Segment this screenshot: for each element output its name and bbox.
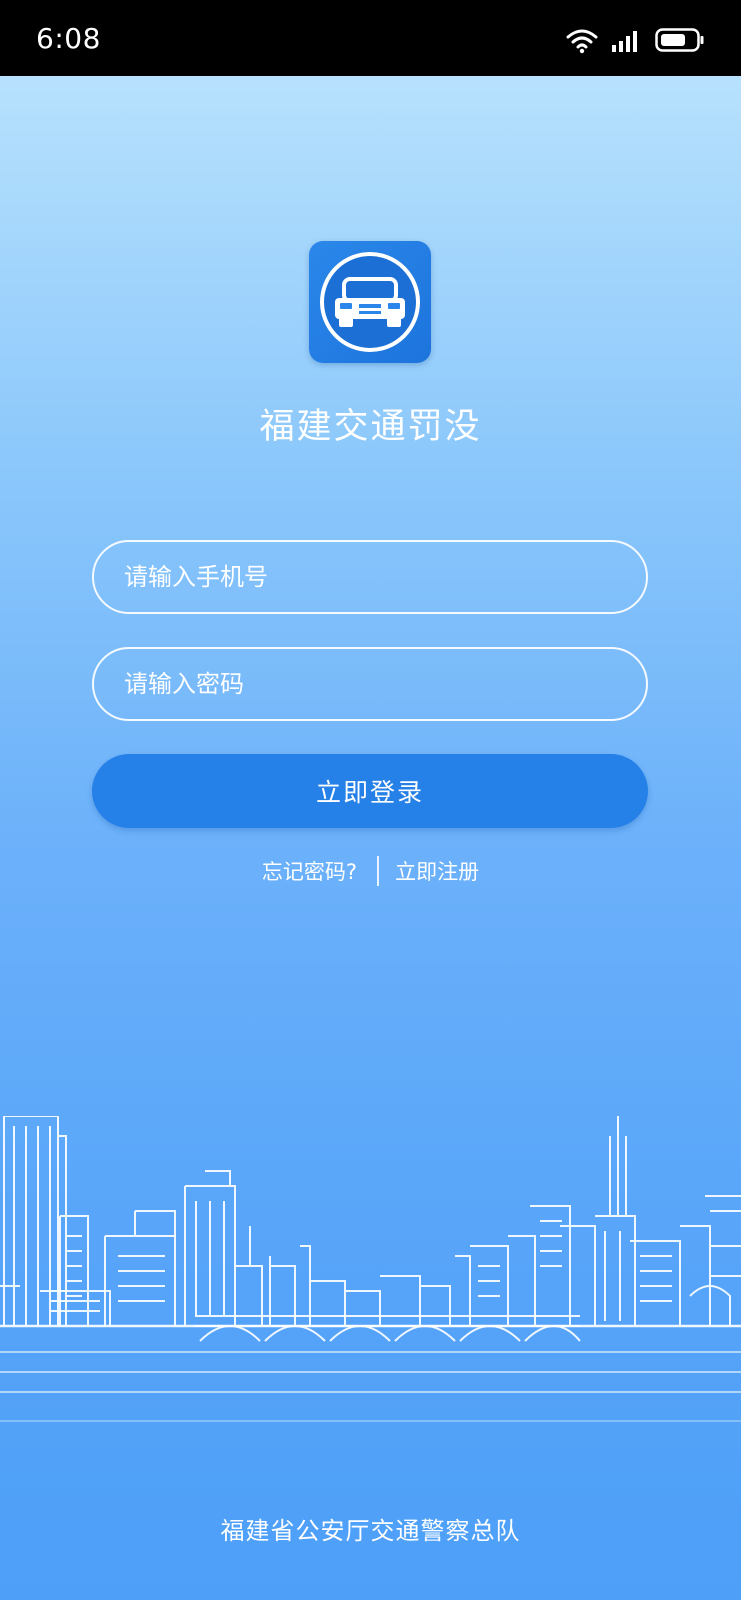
status-icons — [565, 24, 705, 56]
phone-number-input[interactable] — [92, 540, 648, 614]
footer-organization: 福建省公安厅交通警察总队 — [220, 1517, 521, 1545]
signal-bars-icon — [612, 31, 637, 52]
status-time: 6:08 — [36, 22, 101, 55]
app-title: 福建交通罚没 — [259, 407, 482, 447]
login-button[interactable]: 立即登录 — [92, 754, 648, 828]
wifi-icon — [566, 29, 598, 54]
register-link[interactable]: 立即注册 — [395, 856, 479, 886]
forgot-password-link[interactable]: 忘记密码? — [262, 856, 357, 886]
password-input[interactable] — [92, 647, 648, 721]
link-divider — [377, 856, 380, 886]
login-screen: 福建交通罚没 立即登录 忘记密码? 立即注册 — [0, 76, 741, 1600]
battery-icon — [655, 28, 704, 52]
car-icon — [320, 252, 420, 352]
city-skyline-illustration — [0, 1116, 741, 1422]
app-logo — [309, 241, 431, 363]
status-bar: 6:08 — [0, 0, 741, 76]
auth-links: 忘记密码? 立即注册 — [0, 854, 741, 888]
